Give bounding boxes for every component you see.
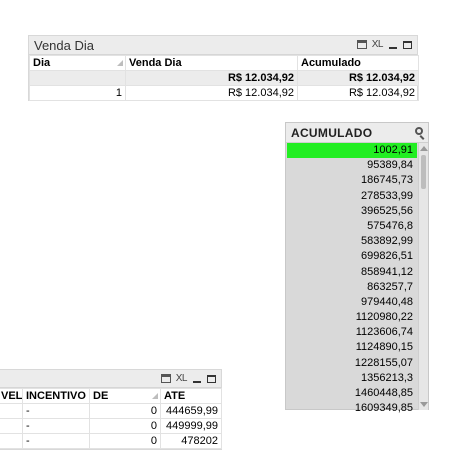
search-icon[interactable]: [415, 127, 423, 135]
list-item[interactable]: 1120980,22: [287, 310, 417, 325]
column-header-vel[interactable]: VEL: [0, 388, 23, 404]
list-item[interactable]: 95389,84: [287, 158, 417, 173]
list-item[interactable]: 396525,56: [287, 204, 417, 219]
list-item[interactable]: 1356213,3: [287, 371, 417, 386]
list-item[interactable]: 1609349,85: [287, 401, 417, 416]
incentivo-grid: VEL INCENTIVO DE ATE - 0 444659,99 - 0 4…: [0, 388, 222, 449]
acumulado-listbox: ACUMULADO 1002,91 95389,84 186745,73 278533…: [285, 122, 429, 414]
list-item[interactable]: 1460448,85: [287, 386, 417, 401]
incentivo-table: XL VEL INCENTIVO DE ATE - 0 444659,99 - …: [0, 369, 222, 450]
minimize-icon[interactable]: [387, 39, 398, 50]
table-cell: 0: [89, 433, 161, 449]
acumulado-values: 1002,91 95389,84 186745,73 278533,99 396525,…: [287, 143, 417, 416]
list-item[interactable]: 278533,99: [287, 189, 417, 204]
minimize-icon[interactable]: [191, 373, 202, 384]
incentivo-caption: XL: [0, 370, 221, 388]
total-cell: [29, 70, 126, 86]
column-header-dia[interactable]: Dia: [29, 55, 126, 71]
table-cell: 449999,99: [160, 418, 222, 434]
maximize-icon[interactable]: [402, 39, 413, 50]
table-cell: 478202: [160, 433, 222, 449]
sort-icon[interactable]: [152, 393, 158, 399]
sort-icon[interactable]: [117, 60, 123, 66]
list-item[interactable]: 186745,73: [287, 173, 417, 188]
venda-dia-grid: Dia Venda Dia Acumulado R$ 12.034,92 R$ …: [29, 55, 419, 101]
table-cell: -: [22, 418, 90, 434]
table-cell: -: [22, 403, 90, 419]
table-cell: [0, 418, 23, 434]
print-icon[interactable]: [161, 373, 172, 384]
excel-export-icon[interactable]: XL: [176, 373, 188, 384]
scrollbar-thumb[interactable]: [421, 155, 426, 189]
table-cell: 0: [89, 418, 161, 434]
acumulado-title: ACUMULADO: [291, 126, 373, 140]
column-header-venda-dia[interactable]: Venda Dia: [125, 55, 298, 71]
venda-dia-title: Venda Dia: [34, 38, 94, 53]
column-header-incentivo[interactable]: INCENTIVO: [22, 388, 90, 404]
venda-dia-table: Venda Dia XL Dia Venda Dia Acumulado R$ …: [28, 35, 419, 101]
list-item[interactable]: 1002,91: [287, 143, 417, 159]
list-item[interactable]: 979440,48: [287, 295, 417, 310]
maximize-icon[interactable]: [206, 373, 217, 384]
list-item[interactable]: 858941,12: [287, 265, 417, 280]
column-header-acumulado[interactable]: Acumulado: [297, 55, 419, 71]
acumulado-caption: ACUMULADO: [286, 123, 428, 143]
list-item[interactable]: 1124890,15: [287, 340, 417, 355]
table-cell-acumulado: R$ 12.034,92: [297, 85, 419, 101]
table-cell: 0: [89, 403, 161, 419]
table-cell-dia[interactable]: 1: [29, 85, 126, 101]
list-item[interactable]: 583892,99: [287, 234, 417, 249]
excel-export-icon[interactable]: XL: [372, 39, 384, 50]
table-cell: [0, 403, 23, 419]
column-header-ate[interactable]: ATE: [160, 388, 222, 404]
table-cell: [0, 433, 23, 449]
table-cell: 444659,99: [160, 403, 222, 419]
print-icon[interactable]: [357, 39, 368, 50]
list-item[interactable]: 1228155,07: [287, 356, 417, 371]
list-item[interactable]: 699826,51: [287, 249, 417, 264]
total-acumulado: R$ 12.034,92: [297, 70, 419, 86]
scroll-down-icon[interactable]: [420, 402, 428, 407]
total-venda-dia: R$ 12.034,92: [125, 70, 298, 86]
table-cell-venda-dia: R$ 12.034,92: [125, 85, 298, 101]
list-item[interactable]: 1123606,74: [287, 325, 417, 340]
list-item[interactable]: 575476,8: [287, 219, 417, 234]
column-header-de[interactable]: DE: [89, 388, 161, 404]
venda-dia-caption: Venda Dia XL: [29, 36, 417, 55]
scroll-up-icon[interactable]: [420, 146, 428, 151]
list-item[interactable]: 863257,7: [287, 280, 417, 295]
scrollbar[interactable]: [418, 143, 428, 410]
table-cell: -: [22, 433, 90, 449]
